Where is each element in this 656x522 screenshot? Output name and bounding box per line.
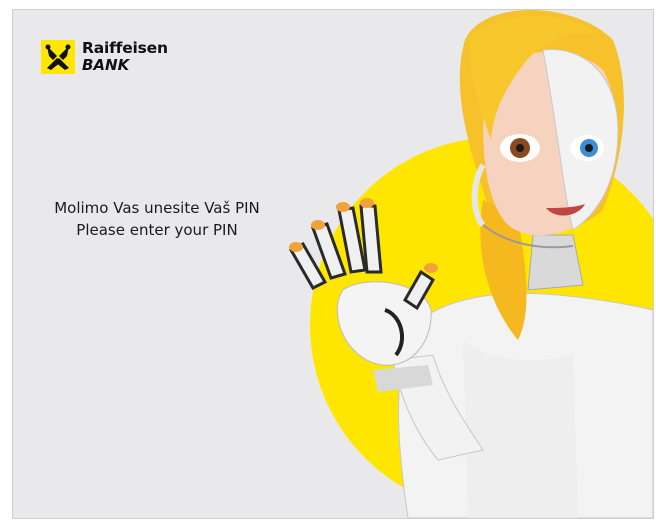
atm-screen: Raiffeisen BANK Molimo Vas unesite Vaš P… <box>12 9 654 519</box>
brand-bank: BANK <box>82 56 130 75</box>
pin-prompt: Molimo Vas unesite Vaš PIN Please enter … <box>21 197 293 241</box>
pin-prompt-english: Please enter your PIN <box>76 221 238 239</box>
pin-prompt-croatian: Molimo Vas unesite Vaš PIN <box>54 199 260 217</box>
brand-name: Raiffeisen <box>82 38 168 57</box>
robot-mascot-illustration <box>288 10 653 518</box>
raiffeisen-crossed-horse-heads-icon <box>41 40 75 74</box>
raiffeisen-logo: Raiffeisen BANK <box>41 40 168 74</box>
